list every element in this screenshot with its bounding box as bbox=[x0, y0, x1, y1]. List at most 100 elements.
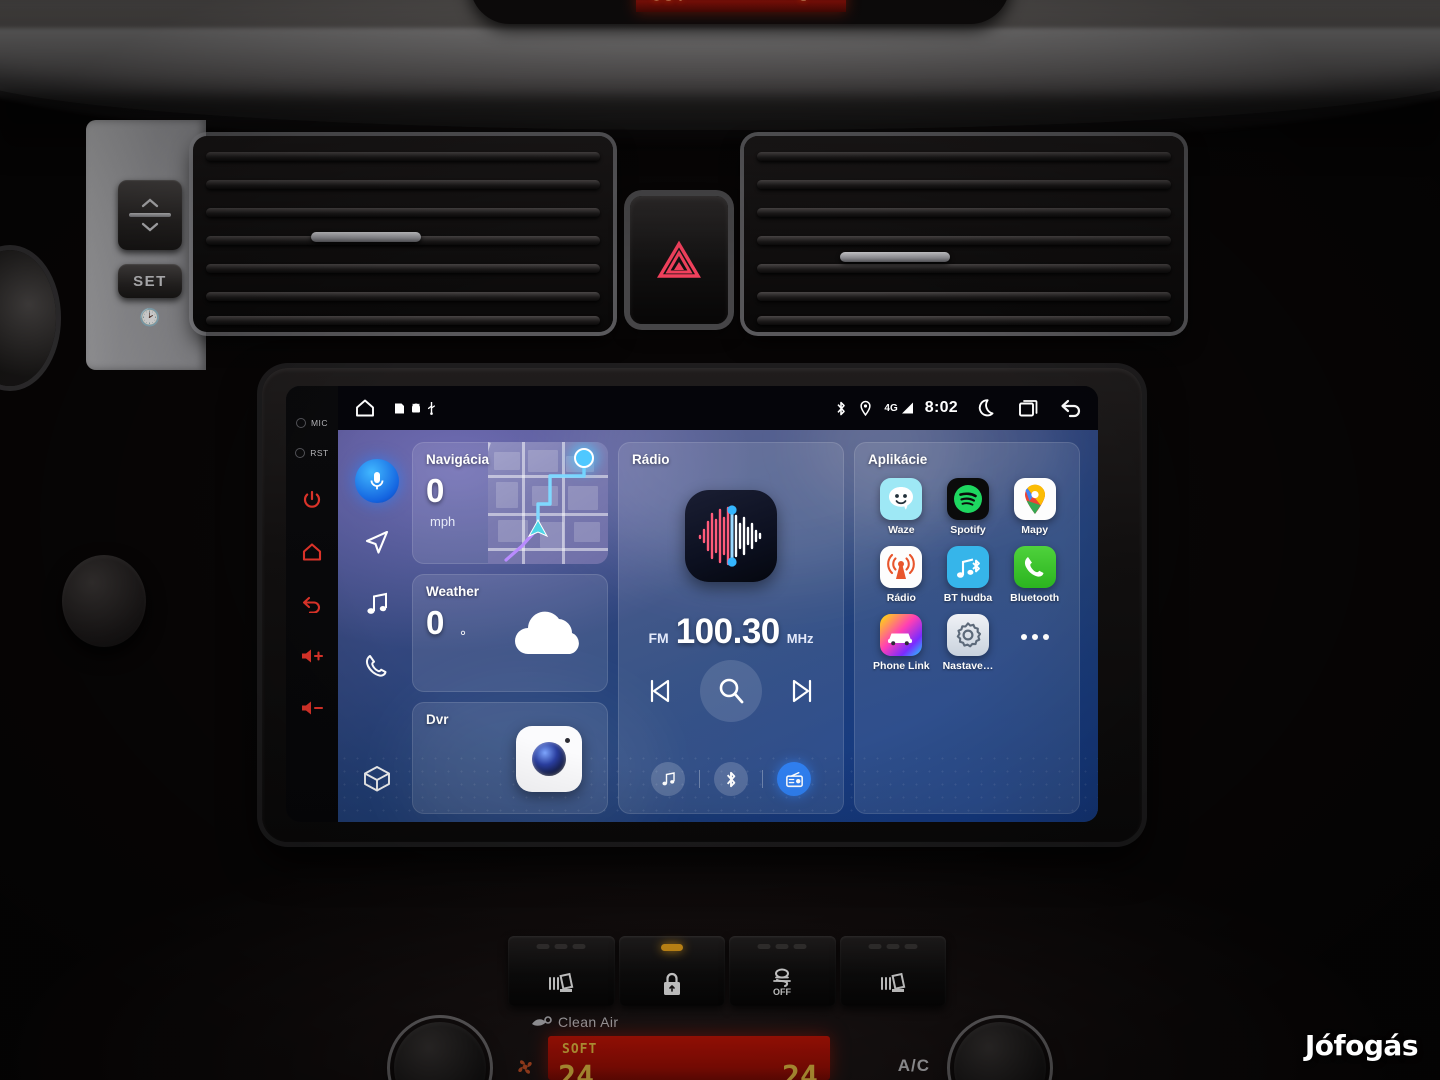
svg-text:OFF: OFF bbox=[773, 987, 791, 997]
app-phone-link[interactable]: Phone Link bbox=[870, 614, 932, 672]
seat-heater-icon bbox=[880, 972, 906, 992]
microphone-icon bbox=[355, 458, 399, 503]
destination-pin-icon bbox=[574, 448, 594, 468]
source-music-button[interactable] bbox=[651, 762, 685, 796]
clean-air-label: Clean Air bbox=[558, 1014, 619, 1030]
network-type-and-signal: 4G bbox=[884, 401, 914, 415]
mic-label: MIC bbox=[310, 418, 329, 428]
app-spotify[interactable]: Spotify bbox=[937, 478, 999, 536]
status-home-icon[interactable] bbox=[354, 398, 376, 418]
status-bar-clock: 8:02 bbox=[924, 399, 958, 416]
radio-next-button[interactable] bbox=[788, 677, 816, 705]
air-vent-right[interactable] bbox=[744, 136, 1184, 332]
app-label: Rádio bbox=[886, 592, 916, 604]
weather-widget[interactable]: Weather 0 ° bbox=[412, 574, 608, 692]
clock-set-button[interactable]: SET bbox=[118, 264, 182, 298]
status-back-button[interactable] bbox=[1060, 398, 1084, 418]
apps-more-button[interactable] bbox=[1004, 614, 1066, 660]
hazard-lights-button[interactable] bbox=[630, 196, 728, 324]
chevron-up-icon bbox=[141, 198, 159, 208]
power-icon bbox=[303, 490, 321, 508]
volume-down-button[interactable] bbox=[286, 682, 338, 734]
sd-card-icon bbox=[395, 403, 404, 413]
driver-seat-heater-button[interactable] bbox=[508, 936, 615, 1006]
more-dot bbox=[1031, 634, 1038, 640]
volume-up-icon bbox=[302, 649, 324, 663]
home-screen-dock bbox=[346, 444, 408, 810]
door-lock-icon bbox=[663, 972, 680, 995]
climate-mode-label: SOFT bbox=[562, 1042, 598, 1057]
android-status-bar: 4G 8:02 bbox=[338, 386, 1098, 430]
side-air-vent bbox=[0, 250, 56, 386]
app-label: Nastave… bbox=[942, 660, 994, 672]
source-radio-button[interactable] bbox=[777, 762, 811, 796]
home-button[interactable] bbox=[286, 526, 338, 578]
navigation-speed-value: 0 bbox=[426, 472, 445, 509]
seat-heater-icon bbox=[549, 972, 574, 992]
signal-bars-icon bbox=[901, 402, 913, 414]
dock-item-all-apps[interactable] bbox=[350, 748, 404, 810]
weather-degree-symbol: ° bbox=[460, 628, 466, 645]
app-settings[interactable]: Nastave… bbox=[937, 614, 999, 672]
reset-pinhole-label[interactable]: RST bbox=[295, 438, 329, 468]
volume-up-button[interactable] bbox=[286, 630, 338, 682]
app-label: Phone Link bbox=[873, 660, 930, 672]
app-radio[interactable]: Rádio bbox=[870, 546, 932, 604]
dvr-widget[interactable]: Dvr bbox=[412, 702, 608, 814]
chevron-down-icon bbox=[141, 222, 159, 232]
app-waze[interactable]: Waze bbox=[870, 478, 932, 536]
music-note-icon bbox=[367, 592, 387, 614]
app-mapy[interactable]: Mapy bbox=[1004, 478, 1066, 536]
night-mode-button[interactable] bbox=[978, 398, 998, 419]
power-button[interactable] bbox=[286, 474, 338, 526]
source-bluetooth-button[interactable] bbox=[714, 762, 748, 796]
dock-item-phone[interactable] bbox=[350, 635, 404, 697]
watermark: Jófogás bbox=[1304, 1029, 1419, 1062]
clean-air-leaf-icon bbox=[532, 1016, 552, 1026]
back-button[interactable] bbox=[286, 578, 338, 630]
temperature-knob[interactable] bbox=[947, 1015, 1053, 1080]
radio-seek-search-button[interactable] bbox=[700, 660, 762, 722]
app-label: Mapy bbox=[1021, 524, 1049, 536]
radio-band-label: FM bbox=[648, 630, 669, 646]
google-maps-icon bbox=[1013, 478, 1056, 520]
skip-previous-icon bbox=[650, 679, 670, 703]
vent-right-adjuster[interactable] bbox=[840, 252, 950, 262]
cluster-lcd-right-text: °C bbox=[786, 0, 810, 5]
radio-widget[interactable]: Rádio FM 100.30 MHz bbox=[618, 442, 844, 814]
reset-pinhole-icon[interactable] bbox=[295, 448, 306, 458]
traction-control-off-icon: OFF bbox=[773, 968, 792, 997]
esc-off-button[interactable]: OFF bbox=[729, 936, 836, 1006]
navigation-widget-title: Navigácia bbox=[426, 452, 490, 467]
back-arrow-icon bbox=[302, 596, 320, 613]
more-dot bbox=[1020, 634, 1027, 640]
camera-lens bbox=[532, 742, 566, 776]
app-label: Waze bbox=[888, 524, 915, 536]
passenger-seat-heater-button[interactable] bbox=[839, 936, 946, 1006]
clock-rocker-switch[interactable] bbox=[118, 180, 182, 250]
dock-item-music[interactable] bbox=[350, 573, 404, 635]
app-bt-hudba[interactable]: BT hudba bbox=[937, 546, 999, 604]
central-door-lock-button[interactable] bbox=[618, 936, 725, 1006]
dashboard-blank-knob[interactable] bbox=[62, 555, 146, 647]
source-divider-1 bbox=[699, 770, 700, 788]
network-type-label: 4G bbox=[884, 402, 898, 414]
bluetooth-status-icon bbox=[835, 400, 847, 417]
weather-temperature-value: 0 bbox=[426, 604, 445, 641]
phone-handset-icon bbox=[365, 654, 387, 677]
recents-button[interactable] bbox=[1018, 398, 1040, 418]
vent-left-adjuster[interactable] bbox=[311, 232, 421, 242]
clock-icon: 🕑 bbox=[139, 308, 161, 327]
dock-item-voice-assistant[interactable] bbox=[350, 450, 404, 512]
app-label: Bluetooth bbox=[1010, 592, 1060, 604]
dock-item-navigation[interactable] bbox=[350, 512, 404, 574]
fan-speed-knob[interactable] bbox=[387, 1015, 493, 1080]
radio-previous-button[interactable] bbox=[646, 677, 674, 705]
android-home-screen: Navigácia 0 mph Weather 0 ° Dvr Rádio FM… bbox=[338, 430, 1098, 822]
bluetooth-music-icon bbox=[946, 546, 989, 588]
apps-widget-column: Aplikácie Waze Spotify Mapy Rádio BT hud… bbox=[854, 442, 1080, 814]
air-vent-left[interactable] bbox=[193, 136, 613, 332]
navigation-widget[interactable]: Navigácia 0 mph bbox=[412, 442, 608, 564]
camera-indicator-dot bbox=[565, 738, 570, 743]
app-bluetooth-phone[interactable]: Bluetooth bbox=[1004, 546, 1066, 604]
